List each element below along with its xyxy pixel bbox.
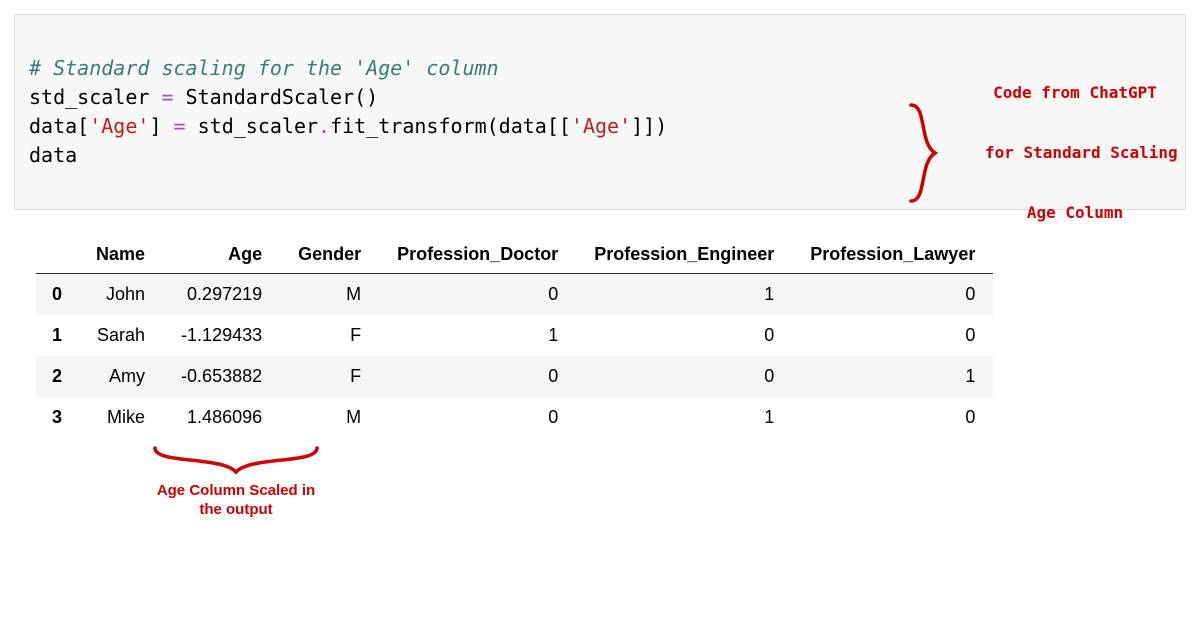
cell: 0 <box>379 356 576 397</box>
row-index: 2 <box>36 356 78 397</box>
cell: Sarah <box>78 315 163 356</box>
column-header: Gender <box>280 236 379 274</box>
cell: 1 <box>379 315 576 356</box>
cell: 0.297219 <box>163 274 280 316</box>
column-header: Profession_Doctor <box>379 236 576 274</box>
code-comment: # Standard scaling for the 'Age' column <box>29 56 499 80</box>
cell: 0 <box>576 315 792 356</box>
column-header: Profession_Engineer <box>576 236 792 274</box>
code-token: ] <box>149 114 173 138</box>
cell: John <box>78 274 163 316</box>
code-token: = <box>174 114 186 138</box>
code-token: . <box>318 114 330 138</box>
code-token: ]]) <box>631 114 667 138</box>
code-token: StandardScaler() <box>174 85 379 109</box>
brace-bottom-icon <box>146 442 326 478</box>
table-row: 3 Mike 1.486096 M 0 1 0 <box>36 397 993 438</box>
column-header: Name <box>78 236 163 274</box>
output-area: Name Age Gender Profession_Doctor Profes… <box>14 210 1186 438</box>
cell: M <box>280 274 379 316</box>
cell: F <box>280 315 379 356</box>
cell: -1.129433 <box>163 315 280 356</box>
annotation-bottom: Age Column Scaled in the output <box>146 442 326 520</box>
cell: F <box>280 356 379 397</box>
cell: 0 <box>792 315 993 356</box>
row-index: 1 <box>36 315 78 356</box>
cell: 0 <box>792 274 993 316</box>
table-header: Name Age Gender Profession_Doctor Profes… <box>36 236 993 274</box>
annotation-line: for Standard Scaling <box>985 143 1165 163</box>
dataframe-table: Name Age Gender Profession_Doctor Profes… <box>36 236 993 438</box>
cell: 0 <box>379 274 576 316</box>
table-row: 0 John 0.297219 M 0 1 0 <box>36 274 993 316</box>
cell: 1 <box>792 356 993 397</box>
row-index: 3 <box>36 397 78 438</box>
code-token: std_scaler <box>29 85 161 109</box>
code-token: data <box>29 143 77 167</box>
annotation-line: the output <box>146 501 326 520</box>
table-body: 0 John 0.297219 M 0 1 0 1 Sarah -1.12943… <box>36 274 993 439</box>
row-index: 0 <box>36 274 78 316</box>
code-token: fit_transform(data[[ <box>330 114 571 138</box>
cell: 0 <box>379 397 576 438</box>
code-cell: # Standard scaling for the 'Age' column … <box>14 14 1186 210</box>
index-header <box>36 236 78 274</box>
cell: 1 <box>576 397 792 438</box>
code-token: = <box>161 85 173 109</box>
cell: Amy <box>78 356 163 397</box>
code-token: 'Age' <box>571 114 631 138</box>
cell: Mike <box>78 397 163 438</box>
code-token: std_scaler <box>186 114 318 138</box>
column-header: Profession_Lawyer <box>792 236 993 274</box>
column-header: Age <box>163 236 280 274</box>
table-row: 2 Amy -0.653882 F 0 0 1 <box>36 356 993 397</box>
code-token: data[ <box>29 114 89 138</box>
annotation-line: Age Column Scaled in <box>146 482 326 501</box>
cell: 1.486096 <box>163 397 280 438</box>
cell: 1 <box>576 274 792 316</box>
cell: -0.653882 <box>163 356 280 397</box>
cell: M <box>280 397 379 438</box>
table-row: 1 Sarah -1.129433 F 1 0 0 <box>36 315 993 356</box>
annotation-bottom-text: Age Column Scaled in the output <box>146 482 326 520</box>
annotation-line: Code from ChatGPT <box>985 83 1165 103</box>
code-token: 'Age' <box>89 114 149 138</box>
cell: 0 <box>792 397 993 438</box>
cell: 0 <box>576 356 792 397</box>
